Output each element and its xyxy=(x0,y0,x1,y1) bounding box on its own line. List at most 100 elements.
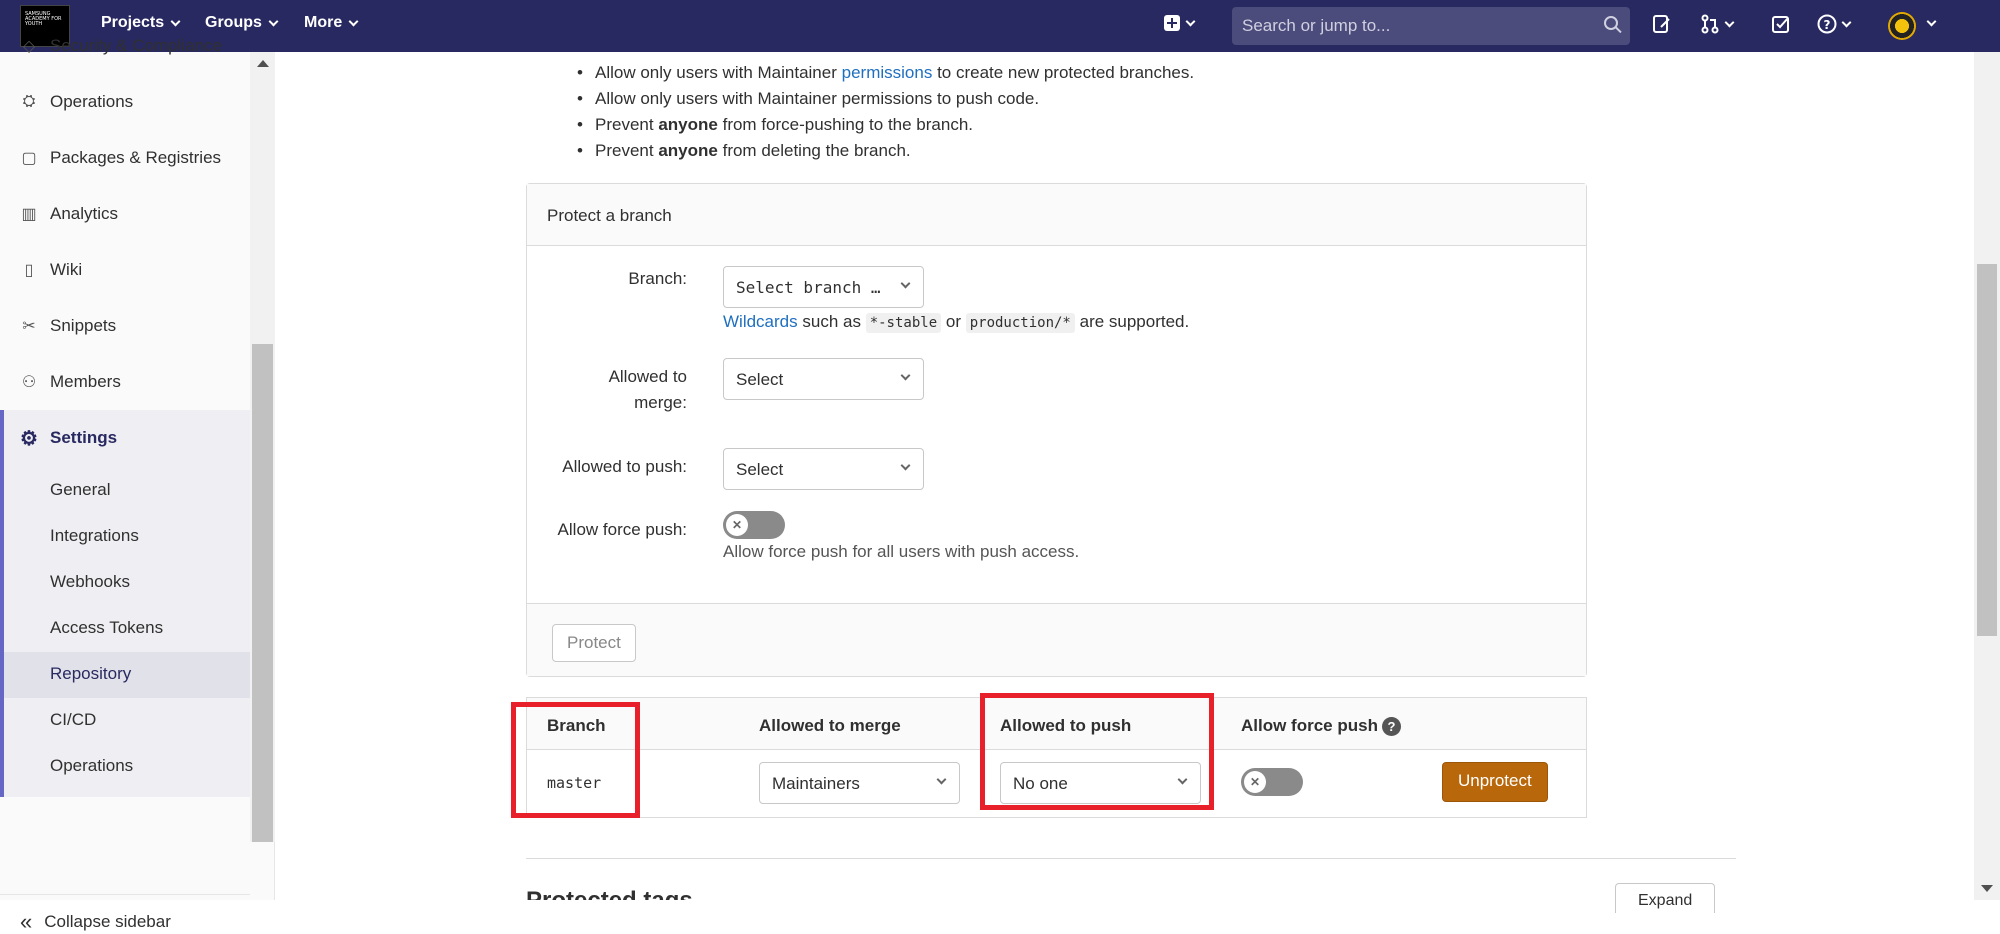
help-icon: ? xyxy=(1817,14,1837,34)
projects-menu[interactable]: Projects xyxy=(101,14,181,32)
select-value: Select xyxy=(736,370,784,389)
branch-label: Branch: xyxy=(628,269,687,288)
sidebar-sub-operations[interactable]: Operations xyxy=(50,756,133,776)
sidebar-item-analytics[interactable]: ▥ Analytics xyxy=(20,204,118,224)
chevron-down-icon xyxy=(268,16,279,26)
code-stable: *-stable xyxy=(865,313,942,333)
protected-tags-title: Protected tags xyxy=(526,887,693,900)
gear-icon: ⚙ xyxy=(20,427,38,450)
sidebar-item-settings[interactable]: ⚙ Settings xyxy=(20,427,118,450)
question-icon[interactable]: ? xyxy=(1381,717,1401,737)
users-icon: ⚇ xyxy=(21,374,37,391)
more-label: More xyxy=(304,14,343,31)
chevron-down-icon xyxy=(170,16,181,26)
allowed-to-push-label: Allowed to push: xyxy=(562,457,687,476)
shield-icon: ◇ xyxy=(22,38,36,55)
unprotect-button[interactable]: Unprotect xyxy=(1442,762,1548,802)
more-menu[interactable]: More xyxy=(304,14,359,32)
chevron-down-icon xyxy=(900,278,911,289)
plus-square-icon xyxy=(1164,15,1180,31)
sidebar-sub-integrations[interactable]: Integrations xyxy=(50,526,139,546)
sidebar-item-label: Packages & Registries xyxy=(50,148,222,167)
card-footer xyxy=(527,603,1586,676)
expand-button[interactable]: Expand xyxy=(1615,883,1715,913)
branch-select-value: Select branch … xyxy=(736,278,881,297)
sidebar-item-label: Snippets xyxy=(50,316,117,335)
divider xyxy=(0,894,250,895)
code-production: production/* xyxy=(965,313,1075,333)
protection-rules-list: Allow only users with Maintainer permiss… xyxy=(575,60,1194,164)
protect-branch-card: Protect a branch Branch: Select branch …… xyxy=(526,183,1587,677)
user-avatar[interactable] xyxy=(1888,12,1916,40)
sidebar-sub-access-tokens[interactable]: Access Tokens xyxy=(50,618,163,638)
merge-requests-icon[interactable] xyxy=(1700,14,1735,34)
search-box[interactable] xyxy=(1232,7,1630,45)
logo-text: SAMSUNG ACADEMY FOR YOUTH xyxy=(25,11,62,27)
close-icon: ✕ xyxy=(1244,771,1266,793)
sidebar-item-label: Wiki xyxy=(50,260,83,279)
help-menu[interactable]: ? xyxy=(1817,14,1852,34)
collapse-sidebar-button[interactable]: « Collapse sidebar xyxy=(20,909,171,934)
search-input[interactable] xyxy=(1242,16,1582,36)
sidebar-item-label: Settings xyxy=(50,428,118,447)
sidebar-item-members[interactable]: ⚇ Members xyxy=(20,372,121,392)
list-item: Allow only users with Maintainer permiss… xyxy=(575,86,1194,112)
sidebar-scrollbar[interactable] xyxy=(250,52,275,842)
force-push-toggle[interactable]: ✕ xyxy=(723,511,785,539)
sidebar-item-operations[interactable]: ⛭ Operations xyxy=(20,92,134,112)
new-item-dropdown[interactable] xyxy=(1163,14,1196,32)
groups-menu[interactable]: Groups xyxy=(205,14,279,32)
sidebar-sub-cicd[interactable]: CI/CD xyxy=(50,710,96,730)
sidebar-item-packages[interactable]: ▢ Packages & Registries xyxy=(20,148,221,168)
chevron-down-icon xyxy=(1841,17,1852,27)
rocket-icon: ⛭ xyxy=(22,93,36,110)
row-allowed-to-merge-select[interactable]: Maintainers xyxy=(759,762,960,804)
sidebar-item-label: Operations xyxy=(50,92,134,111)
wildcards-link[interactable]: Wildcards xyxy=(723,312,798,331)
list-item: Allow only users with Maintainer permiss… xyxy=(575,60,1194,86)
left-sidebar: ◇ Security & Compliance ⛭ Operations ▢ Pack… xyxy=(0,36,275,933)
allowed-to-push-select[interactable]: Select xyxy=(723,448,924,490)
highlight-branch xyxy=(511,702,640,818)
sidebar-item-wiki[interactable]: ▯ Wiki xyxy=(20,260,83,280)
sidebar-item-snippets[interactable]: ✂ Snippets xyxy=(20,316,116,336)
column-header-force-push: Allow force push? xyxy=(1241,716,1401,737)
chevron-down-icon xyxy=(1724,17,1735,27)
sidebar-sub-repository[interactable]: Repository xyxy=(50,664,131,684)
issues-icon[interactable] xyxy=(1652,14,1672,34)
force-push-help: Allow force push for all users with push… xyxy=(723,542,1080,561)
top-navbar: SAMSUNG ACADEMY FOR YOUTH Projects Group… xyxy=(0,0,2000,52)
sidebar-item-label: Security & Compliance xyxy=(50,36,222,55)
column-header-merge: Allowed to merge xyxy=(759,716,901,735)
scroll-up-arrow[interactable] xyxy=(257,60,269,67)
permissions-link[interactable]: permissions xyxy=(842,63,933,82)
allowed-to-merge-select[interactable]: Select xyxy=(723,358,924,400)
scissors-icon: ✂ xyxy=(22,318,36,335)
search-icon xyxy=(1604,16,1618,30)
sidebar-sub-general[interactable]: General xyxy=(50,480,110,500)
section-divider xyxy=(526,858,1736,859)
scrollbar-thumb[interactable] xyxy=(252,344,273,842)
collapse-label: Collapse sidebar xyxy=(44,912,171,931)
wildcards-help: Wildcards such as *-stable or production… xyxy=(723,312,1190,333)
allow-force-push-label: Allow force push: xyxy=(557,520,687,539)
chevron-down-icon xyxy=(348,16,359,26)
double-chevron-left-icon: « xyxy=(20,909,33,934)
chevron-down-icon[interactable] xyxy=(1926,16,1937,27)
sidebar-item-security[interactable]: ◇ Security & Compliance xyxy=(20,36,222,56)
sidebar-item-label: Members xyxy=(50,372,121,391)
groups-label: Groups xyxy=(205,14,262,31)
chevron-down-icon xyxy=(900,370,911,381)
sidebar-sub-webhooks[interactable]: Webhooks xyxy=(50,572,130,592)
row-force-push-toggle[interactable]: ✕ xyxy=(1241,768,1303,796)
chart-icon: ▥ xyxy=(21,206,37,223)
chevron-down-icon xyxy=(936,774,947,785)
todos-icon[interactable] xyxy=(1771,14,1791,34)
package-icon: ▢ xyxy=(21,150,37,167)
scroll-down-arrow[interactable] xyxy=(1981,885,1993,892)
branch-select[interactable]: Select branch … xyxy=(723,266,924,308)
highlight-allowed-to-push xyxy=(980,693,1214,810)
page-scrollbar[interactable] xyxy=(1974,52,2000,900)
protect-button[interactable]: Protect xyxy=(552,624,636,662)
scrollbar-thumb[interactable] xyxy=(1977,264,1997,636)
